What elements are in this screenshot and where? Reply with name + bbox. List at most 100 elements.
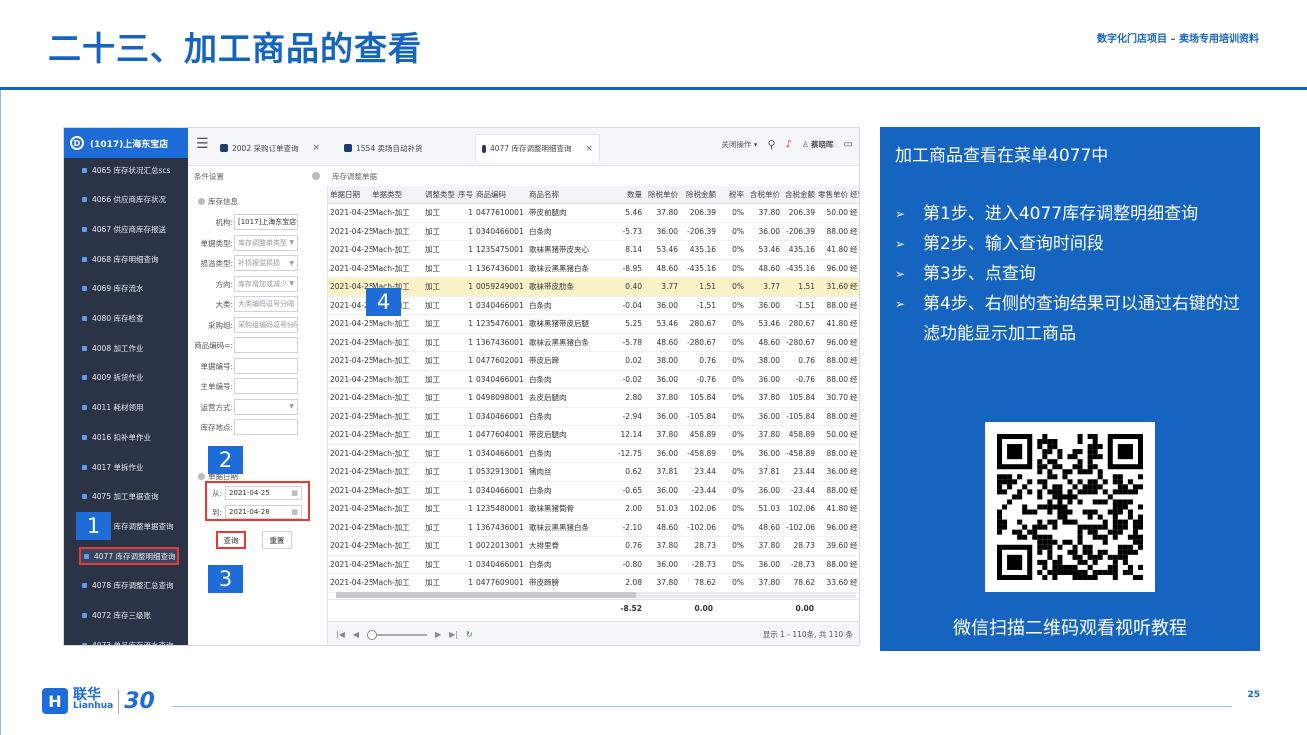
table-row[interactable]: 2021-04-25 Mach-加工 加工 1 0477602001 带皮后蹄 0.02 38… (328, 352, 859, 371)
first-page-icon[interactable]: |◀ (336, 630, 345, 639)
table-row[interactable]: 2021-04-25 Mach-加工 加工 1 0477610001 带皮前腿肉 5.46 3… (328, 204, 859, 223)
table-row[interactable]: 2021-04-25 Mach-加工 加工 1 0498098001 去皮后腿肉 2.80 3… (328, 389, 859, 408)
menu-icon[interactable]: ☰ (196, 136, 209, 152)
sidebar-item[interactable]: 4011 耗材领用 (82, 399, 186, 417)
column-header[interactable]: 调整类型 (425, 186, 457, 204)
sidebar-item[interactable]: 4078 库存调整汇总查询 (82, 577, 186, 595)
close-operations-menu[interactable]: 关闭操作 ▾ (721, 139, 757, 150)
store-header[interactable]: D (1017)上海东宝店 (64, 128, 188, 158)
table-row[interactable]: 2021-04-25 Mach-加工 加工 1 1367436001 歌袜云黑黑猪白条 -8… (328, 260, 859, 278)
collapse-icon[interactable] (312, 166, 320, 186)
table-cell: 2021-04-25 (330, 559, 372, 569)
field-label: 损溢类型: (200, 259, 233, 268)
column-header[interactable]: 除税金额 (680, 186, 716, 204)
sidebar-item[interactable]: 4072 库存三级账 (82, 607, 186, 625)
message-icon[interactable]: ▭ (844, 139, 853, 150)
scrollbar-thumb[interactable] (336, 592, 636, 598)
field-select[interactable]: ▼ (234, 398, 298, 415)
slide-title: 二十三、加工商品的查看 (48, 29, 422, 68)
column-header[interactable]: 含税单价 (748, 186, 780, 204)
field-select[interactable]: 库存增加或减少 ▼ (234, 275, 298, 292)
table-row[interactable]: 2021-04-25 Mach-加工 加工 1 0340466001 白条肉 -5.73 36… (328, 223, 859, 241)
sidebar-item[interactable]: 4075 加工单据查询 (82, 488, 186, 506)
reset-button[interactable]: 重置 (262, 531, 292, 549)
table-row[interactable]: 2021-04-25 Mach-加工 加工 1 0340466001 白条肉 -0.80 36… (328, 556, 859, 574)
close-icon[interactable]: × (585, 144, 593, 154)
table-row[interactable]: 2021-04-25 Mach-加工 加工 1 0477609001 带皮蹄膀 2.08 37… (328, 574, 859, 593)
column-header[interactable]: 单据日期 (330, 186, 372, 204)
table-row[interactable]: 2021-04-25 Mach-加工 加工 1 0059249001 歌袜带皮肋条 0.40… (328, 278, 859, 297)
table-cell: -1.51 (795, 300, 815, 310)
close-icon[interactable]: × (312, 143, 320, 153)
table-row[interactable]: 2021-04-25 Mach-加工 加工 1 0340466001 白条肉 -12.75 3… (328, 445, 859, 463)
page-slider[interactable] (367, 629, 428, 640)
table-cell: 458.89 (689, 430, 716, 439)
table-cell: 206.39 (689, 208, 716, 217)
column-header[interactable]: 数量 (606, 186, 642, 204)
tab-1554[interactable]: 1554 卖场自动补货× (338, 134, 490, 162)
column-header[interactable]: 序号 (457, 186, 473, 204)
table-row[interactable]: 2021-04-25 Mach-加工 加工 1 0340466001 白条肉 -0.65 36… (328, 482, 859, 500)
table-cell: 歌袜带皮肋条 (529, 282, 574, 291)
sidebar-item[interactable]: 4016 扣补单作业 (82, 428, 186, 446)
sidebar-item[interactable]: 4008 加工作业 (82, 339, 186, 357)
query-button[interactable]: 查询 (216, 531, 246, 549)
table-row[interactable]: 2021-04-25 Mach-加工 加工 1 0340466001 白条肉 -2.94 36… (328, 408, 859, 426)
search-icon[interactable]: ⚲ (767, 138, 775, 151)
column-header[interactable]: 商品编码 (476, 186, 528, 204)
sidebar-item-label: 4065 库存状况汇总scs (92, 165, 171, 175)
field-input[interactable]: 大类编码逗号分隔 (234, 296, 298, 312)
column-header[interactable]: 税率 (720, 186, 744, 204)
table-cell: Mach-加工 (372, 263, 410, 273)
field-select[interactable]: [1017]上海东宝店▼ (234, 214, 298, 230)
table-row[interactable]: 2021-04-25 Mach-加工 加工 1 1367436001 歌袜云黑黑猪白条 -2… (328, 519, 859, 537)
table-row[interactable]: 2021-04-25 Mach-加工 加工 1 0477604001 带皮后腿肉 12.14… (328, 426, 859, 445)
field-input[interactable] (234, 357, 298, 374)
column-header[interactable]: 单据类型 (372, 186, 424, 204)
table-row[interactable]: 2021-04-25Mach-加工加工10340466001白条肉-0.0436… (328, 297, 859, 315)
sidebar-item-label: 4011 耗材领用 (92, 403, 144, 413)
column-header[interactable]: 除税单价 (644, 186, 678, 204)
sidebar-item[interactable]: 4073 单品库存流水查询 (82, 636, 186, 645)
user-menu[interactable]: ♙ 蔡晓晖 (802, 139, 834, 150)
horizontal-scrollbar[interactable] (336, 592, 856, 598)
next-page-icon[interactable]: ▶ (435, 630, 441, 639)
tab-4077[interactable]: 4077 库存调整明细查询 × (475, 134, 600, 162)
column-header[interactable]: 商品名称 (529, 186, 605, 204)
table-row[interactable]: 2021-04-25 Mach-加工 加工 1 1367436001 歌袜云黑黑猪白条 -5… (328, 334, 859, 352)
table-cell: 36.00 (758, 300, 780, 310)
sidebar-item[interactable]: 4069 库存流水 (82, 280, 186, 298)
tab-2002[interactable]: 2002 采购订单查询 × (214, 134, 326, 162)
table-row[interactable]: 2021-04-25 Mach-加工 加工 1 0340466001 白条肉 -0.02 36… (328, 371, 859, 389)
column-header[interactable]: 经营 (850, 186, 859, 204)
field-input[interactable]: 采购组编码逗号分隔 (234, 316, 298, 333)
table-row[interactable]: 2021-04-25 Mach-加工 加工 1 1235480001 歌袜黑猪筒骨 2.00… (328, 500, 859, 519)
field-input[interactable] (234, 419, 298, 435)
prev-page-icon[interactable]: ◀ (353, 630, 359, 639)
field-select[interactable]: 补损报溢损损 ▼ (234, 255, 298, 271)
sidebar-item[interactable]: 4065 库存状况汇总scs (82, 161, 186, 179)
sidebar-item[interactable]: 4009 拆货作业 (82, 369, 186, 387)
field-input[interactable] (234, 378, 298, 394)
field-select[interactable]: 库存调整单类型 ▼ (234, 234, 298, 251)
column-header[interactable]: 含税金额 (783, 186, 815, 204)
bell-icon[interactable]: ♪ (786, 139, 792, 150)
table-row[interactable]: 2021-04-25 Mach-加工 加工 1 1235475001 歌袜黑猪带皮夹心 8.… (328, 241, 859, 260)
field-input[interactable] (234, 337, 298, 353)
last-page-icon[interactable]: ▶| (449, 630, 458, 639)
table-row[interactable]: 2021-04-25 Mach-加工 加工 1 1235476001 歌袜黑猪带皮后腿 5.… (328, 315, 859, 334)
refresh-icon[interactable]: ↻ (466, 630, 473, 639)
sidebar-item[interactable]: 4077 库存调整明细查询 (79, 547, 179, 566)
sidebar-item[interactable]: 4017 单拆作业 (82, 458, 186, 476)
table-row[interactable]: 2021-04-25 Mach-加工 加工 1 0532913001 猪肉丝 0.62 37.… (328, 463, 859, 482)
section-stock-info[interactable]: 库存信息 (198, 196, 238, 207)
column-header[interactable]: 零售单价 (818, 186, 848, 204)
qr-code[interactable] (985, 422, 1155, 592)
table-row[interactable]: 2021-04-25 Mach-加工 加工 1 0022013001 大排里脊 0.76 37… (328, 537, 859, 556)
sidebar-item[interactable]: 4068 库存明细查询 (82, 250, 186, 268)
table-cell: -28.73 (691, 559, 716, 569)
sidebar-item[interactable]: 4080 库存检查 (82, 310, 186, 328)
tab-bar: ☰ 2002 采购订单查询× 1554 卖场自动补货× 4077 库存调整明细查… (188, 128, 859, 166)
sidebar-item[interactable]: 4067 供应商库存报送 (82, 220, 186, 238)
sidebar-item[interactable]: 4066 供应商库存状况 (82, 191, 186, 209)
